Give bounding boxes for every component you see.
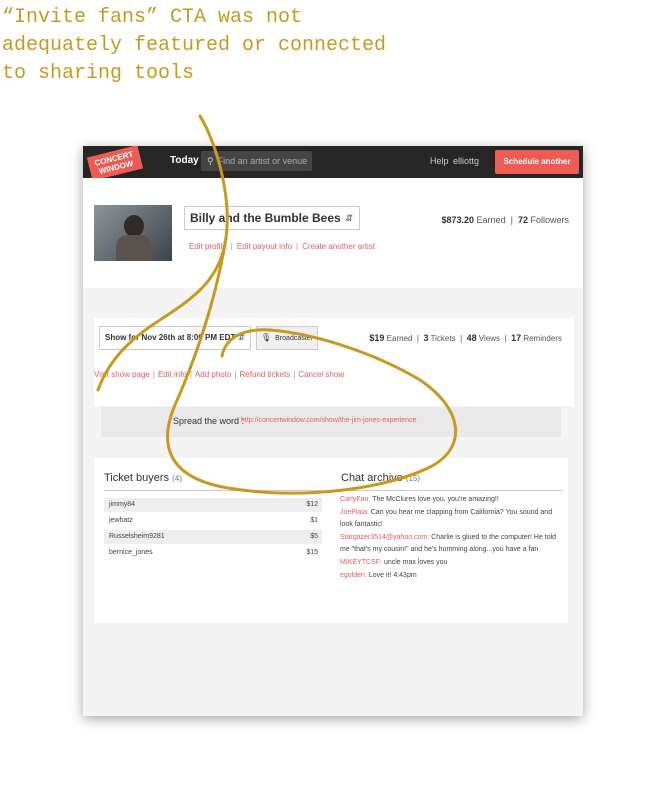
chat-username[interactable]: JoePlaia:: [340, 509, 369, 516]
chat-archive-heading: Chat archive (15): [341, 472, 420, 484]
ticket-buyers-heading: Ticket buyers (4): [104, 472, 182, 484]
table-row: bernice_jones $15: [104, 546, 322, 560]
buyer-name: bernice_jones: [109, 549, 153, 556]
chat-message: CarlyFan: The McClures love you, you're …: [340, 494, 565, 506]
artist-followers-label: Followers: [530, 215, 569, 225]
avatar-body-shape: [116, 235, 152, 261]
share-url-link[interactable]: http://concertwindow.com/show/the-jim-jo…: [241, 417, 416, 424]
dashboard-screenshot: CONCERT WINDOW Today ⚲ Find an artist or …: [83, 146, 583, 716]
refund-tickets-link[interactable]: Refund tickets: [240, 370, 291, 379]
artist-select[interactable]: Billy and the Bumble Bees ⇵: [184, 206, 360, 230]
chat-username[interactable]: CarlyFan:: [340, 496, 370, 503]
show-tickets-label: Tickets: [430, 334, 456, 343]
help-link[interactable]: Help: [430, 156, 449, 166]
chat-username[interactable]: MIKEYTCSF:: [340, 559, 382, 566]
separator: |: [508, 215, 516, 225]
add-photo-link[interactable]: Add photo: [195, 370, 231, 379]
concert-window-logo[interactable]: CONCERT WINDOW: [86, 146, 144, 181]
table-row: Russelsheim9281 $5: [104, 530, 322, 544]
chat-text: The McClures love you, you're amazing!!: [372, 496, 499, 503]
schedule-show-button[interactable]: Schedule another show: [495, 150, 579, 190]
show-views-label: Views: [478, 334, 501, 343]
chat-message: JoePlaia: Can you hear me clapping from …: [340, 507, 565, 531]
chat-message: egolden: Love it! 4:43pm: [340, 570, 565, 582]
show-tickets-value: 3: [423, 333, 429, 343]
chat-list: CarlyFan: The McClures love you, you're …: [340, 494, 565, 583]
artist-links: Edit profile | Edit payout info | Create ano…: [189, 242, 375, 251]
broadcaster-label: Broadcaster: [275, 335, 313, 342]
username-link[interactable]: elliottg: [453, 156, 479, 166]
buyer-amount: $15: [306, 549, 318, 556]
search-placeholder: Find an artist or venue: [217, 156, 308, 166]
separator: |: [189, 370, 192, 379]
cancel-show-link[interactable]: Cancel show: [298, 370, 344, 379]
show-links: Visit show page | Edit info | Add photo | Refu…: [94, 370, 344, 379]
separator: |: [234, 370, 237, 379]
select-caret-icon: ⇵: [345, 213, 353, 223]
buyer-amount: $5: [310, 533, 318, 540]
artist-avatar: [94, 205, 172, 261]
spread-the-word-bar: Spread the word : http://concertwindow.c…: [101, 407, 561, 437]
artist-stats: $873.20 Earned | 72 Followers: [441, 215, 569, 225]
artist-earned-value: $873.20: [441, 215, 475, 225]
chat-text: Can you hear me clapping from California…: [340, 509, 553, 528]
show-selected: Show for Nov 26th at 8:00 PM EDT: [105, 333, 236, 342]
divider: [341, 490, 563, 491]
separator: |: [414, 334, 422, 343]
table-row: jimmy84 $12: [104, 498, 322, 512]
avatar-head-shape: [124, 215, 144, 237]
buyers-and-chat-panel: Ticket buyers (4) jimmy84 $12 jewhatz $1…: [94, 458, 568, 623]
separator: |: [230, 242, 233, 251]
show-stats: $19 Earned | 3 Tickets | 48 Views | 17 R…: [369, 333, 562, 343]
create-artist-link[interactable]: Create another artist: [302, 242, 375, 251]
separator: |: [457, 334, 465, 343]
chat-text: Love it! 4:43pm: [368, 572, 417, 579]
chat-username[interactable]: Stargazer3514@yahoo.com:: [340, 534, 429, 541]
buyer-name: jimmy84: [109, 501, 136, 508]
chat-message: MIKEYTCSF: uncle max loves you: [340, 557, 565, 569]
show-select[interactable]: Show for Nov 26th at 8:00 PM EDT ⇵: [99, 326, 251, 350]
artist-earned-label: Earned: [476, 215, 506, 225]
chat-message: Stargazer3514@yahoo.com: Charlie is glue…: [340, 532, 565, 556]
buyer-name: Russelsheim9281: [109, 533, 165, 540]
nav-today-link[interactable]: Today: [170, 155, 199, 166]
search-input[interactable]: ⚲ Find an artist or venue: [201, 151, 312, 171]
visit-show-page-link[interactable]: Visit show page: [94, 370, 150, 379]
search-icon: ⚲: [207, 156, 214, 166]
show-earned-label: Earned: [386, 334, 413, 343]
chat-text: uncle max loves you: [383, 559, 448, 566]
ticket-buyers-count: (4): [172, 474, 182, 483]
show-panel: Show for Nov 26th at 8:00 PM EDT ⇵ 🎙 Broa…: [94, 318, 574, 406]
separator: |: [152, 370, 155, 379]
artist-followers-value: 72: [517, 215, 528, 225]
edit-profile-link[interactable]: Edit profile: [189, 242, 227, 251]
show-earned-value: $19: [369, 333, 385, 343]
separator: |: [296, 242, 299, 251]
show-reminders-value: 17: [511, 333, 522, 343]
chat-archive-title: Chat archive: [341, 472, 403, 484]
ticket-buyers-title: Ticket buyers: [104, 472, 170, 484]
separator: |: [293, 370, 296, 379]
spread-label: Spread the word :: [173, 416, 245, 426]
annotation-caption: “Invite fans” CTA was not adequately fea…: [2, 6, 387, 85]
buyer-amount: $1: [310, 517, 318, 524]
select-caret-icon: ⇵: [238, 333, 245, 342]
top-navigation-bar: CONCERT WINDOW Today ⚲ Find an artist or …: [83, 146, 583, 190]
show-views-value: 48: [466, 333, 477, 343]
chat-username[interactable]: egolden:: [340, 572, 367, 579]
broadcaster-button[interactable]: 🎙 Broadcaster: [256, 326, 318, 350]
separator: |: [502, 334, 509, 343]
chat-archive-count: (15): [405, 474, 421, 483]
artist-panel: Billy and the Bumble Bees ⇵ Edit profile…: [83, 178, 583, 288]
show-reminders-label: Reminders: [523, 334, 562, 343]
edit-payout-link[interactable]: Edit payout info: [237, 242, 292, 251]
artist-name: Billy and the Bumble Bees: [190, 211, 341, 225]
buyer-amount: $12: [306, 501, 318, 508]
buyer-name: jewhatz: [109, 517, 133, 524]
microphone-icon: 🎙: [261, 333, 272, 342]
edit-info-link[interactable]: Edit info: [158, 370, 187, 379]
divider: [104, 490, 322, 491]
table-row: jewhatz $1: [104, 514, 322, 528]
